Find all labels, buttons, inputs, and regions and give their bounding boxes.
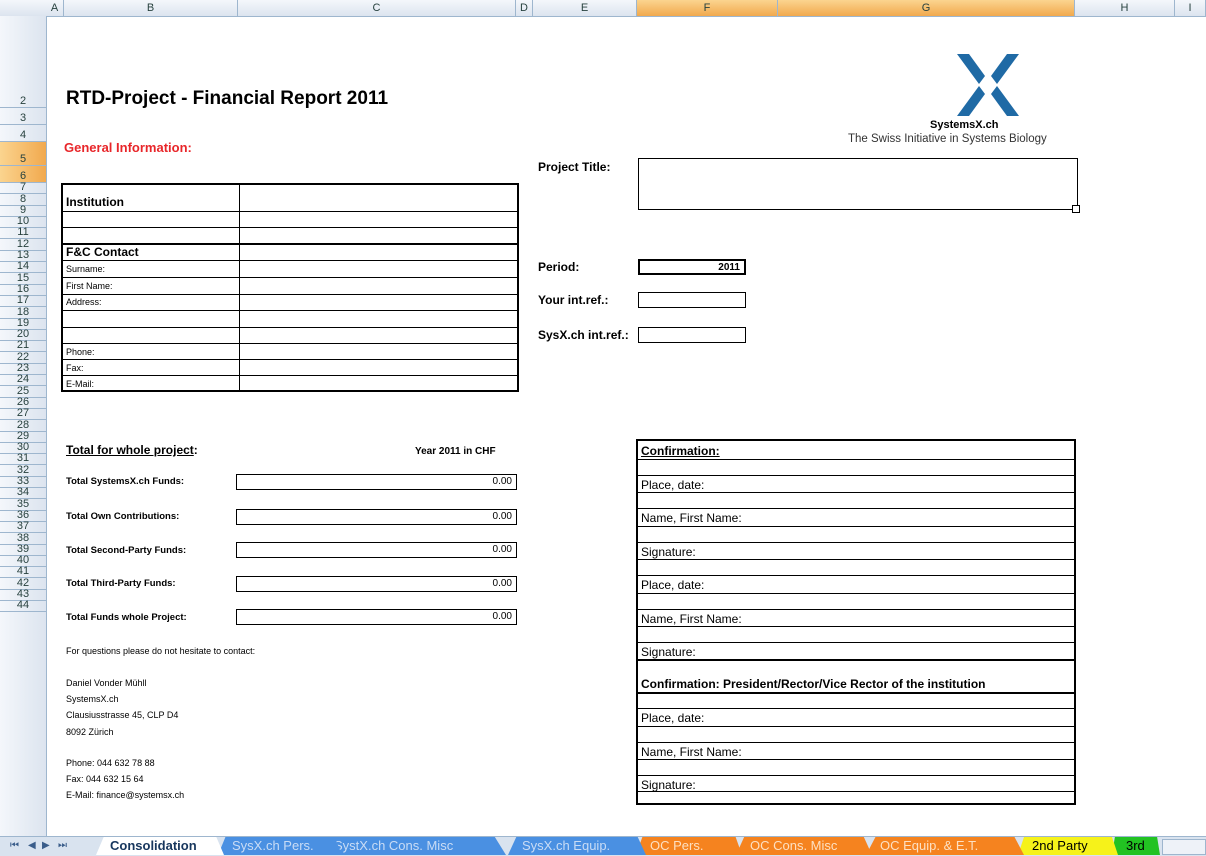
- sysx-ref-field[interactable]: [638, 327, 746, 343]
- column-header-bar: ABCDEFGHI: [0, 0, 1206, 17]
- last-sheet-icon[interactable]: ⏭: [58, 840, 67, 851]
- resize-handle-icon[interactable]: [1072, 205, 1080, 213]
- total-systemsx-label: Total SystemsX.ch Funds:: [66, 476, 185, 487]
- totals-heading: Total for whole project:: [66, 443, 198, 457]
- total-third-party-label: Total Third-Party Funds:: [66, 578, 176, 589]
- project-title-label: Project Title:: [538, 160, 611, 174]
- total-whole-project-label: Total Funds whole Project:: [66, 612, 187, 623]
- confirmation-signature-2: Signature:: [641, 645, 696, 659]
- institution-label: Institution: [66, 195, 124, 209]
- fc-contact-label: F&C Contact: [66, 245, 139, 259]
- sheet-tab-consolidation[interactable]: Consolidation: [96, 837, 224, 855]
- row-header-44[interactable]: 44: [0, 599, 46, 613]
- prev-sheet-icon[interactable]: ◀: [28, 840, 36, 851]
- confirmation-heading: Confirmation:: [641, 444, 720, 458]
- contact-email: E-Mail: finance@systemsx.ch: [66, 790, 185, 800]
- row-header-5[interactable]: 5: [0, 142, 46, 166]
- logo-tagline: The Swiss Initiative in Systems Biology: [848, 133, 1047, 145]
- general-information-heading: General Information:: [64, 140, 192, 155]
- total-whole-project-value[interactable]: 0.00: [236, 609, 517, 625]
- sheet-tab-bar: ⏮ ◀ ▶ ⏭ Consolidation SysX.ch Pers. SystX.…: [0, 836, 1206, 856]
- address-label: Address:: [66, 297, 102, 307]
- sheet-tab-oc-cons-misc[interactable]: OC Cons. Misc: [736, 837, 872, 855]
- column-header-e[interactable]: E: [533, 0, 637, 16]
- column-header-d[interactable]: D: [516, 0, 533, 16]
- report-title: RTD-Project - Financial Report 2011: [66, 88, 389, 109]
- period-label: Period:: [538, 260, 580, 274]
- sheet-tab-sysx-ch-equip[interactable]: SysX.ch Equip.: [508, 837, 646, 855]
- sheet-tab-2nd-party[interactable]: 2nd Party: [1018, 837, 1118, 855]
- sysx-ref-label: SysX.ch int.ref.:: [538, 328, 629, 342]
- fax-label: Fax:: [66, 363, 84, 373]
- confirmation-place-date-1: Place, date:: [641, 478, 705, 492]
- column-header-b[interactable]: B: [64, 0, 238, 16]
- total-second-party-value[interactable]: 0.00: [236, 542, 517, 558]
- period-field[interactable]: 2011: [638, 259, 746, 275]
- sheet-tab-3rd[interactable]: 3rd: [1112, 837, 1160, 855]
- systemsx-logo-icon: [955, 54, 1021, 116]
- first-sheet-icon[interactable]: ⏮: [10, 840, 19, 851]
- column-header-h[interactable]: H: [1075, 0, 1175, 16]
- year-label: Year 2011 in CHF: [415, 446, 496, 457]
- confirmation-name-1: Name, First Name:: [641, 511, 742, 525]
- next-sheet-icon[interactable]: ▶: [42, 840, 50, 851]
- total-systemsx-value[interactable]: 0.00: [236, 474, 517, 490]
- confirmation-place-date-3: Place, date:: [641, 711, 705, 725]
- confirmation-name-3: Name, First Name:: [641, 745, 742, 759]
- column-header-g[interactable]: G: [778, 0, 1075, 16]
- total-own-value[interactable]: 0.00: [236, 509, 517, 525]
- sheet-tab-oc-equip-e-t[interactable]: OC Equip. & E.T.: [866, 837, 1024, 855]
- sheet-tab-systx-ch-cons-misc[interactable]: SystX.ch Cons. Misc: [320, 837, 506, 855]
- contact-org: SystemsX.ch: [66, 694, 119, 704]
- contact-street: Clausiusstrasse 45, CLP D4: [66, 710, 179, 720]
- row-header-3[interactable]: 3: [0, 108, 46, 125]
- confirmation-place-date-2: Place, date:: [641, 578, 705, 592]
- contact-phone: Phone: 044 632 78 88: [66, 758, 155, 768]
- your-ref-label: Your int.ref.:: [538, 293, 609, 307]
- total-own-label: Total Own Contributions:: [66, 511, 180, 522]
- contact-fax: Fax: 044 632 15 64: [66, 774, 144, 784]
- confirmation-box: Confirmation: Place, date: Name, First N…: [636, 439, 1076, 805]
- surname-label: Surname:: [66, 264, 106, 274]
- confirmation-name-2: Name, First Name:: [641, 612, 742, 626]
- sheet-tab-sysx-ch-pers[interactable]: SysX.ch Pers.: [218, 837, 342, 855]
- confirmation-signature-1: Signature:: [641, 545, 696, 559]
- institution-table: Institution F&C Contact Surname: First N…: [61, 183, 519, 392]
- row-header-4[interactable]: 4: [0, 125, 46, 142]
- contact-name: Daniel Vonder Mühll: [66, 678, 147, 688]
- sheet-tab-oc-pers[interactable]: OC Pers.: [636, 837, 742, 855]
- row-header-bar: 2 3 4 5 6 7 8 9 10 11 12 13 14 15 16 17 18 19 20 21 22 23 24 25…: [0, 16, 47, 836]
- contact-city: 8092 Zürich: [66, 727, 114, 737]
- total-second-party-label: Total Second-Party Funds:: [66, 545, 187, 556]
- phone-label: Phone:: [66, 347, 95, 357]
- email-label: E-Mail:: [66, 379, 95, 389]
- row-header-2[interactable]: 2: [0, 16, 46, 108]
- first-name-label: First Name:: [66, 281, 113, 291]
- logo-name: SystemsX.ch: [930, 119, 999, 131]
- column-header-f[interactable]: F: [637, 0, 778, 16]
- column-header-c[interactable]: C: [238, 0, 516, 16]
- horizontal-scrollbar[interactable]: [1162, 839, 1206, 855]
- column-header-a[interactable]: A: [46, 0, 64, 16]
- project-title-field[interactable]: [638, 158, 1078, 210]
- confirmation-heading-2: Confirmation: President/Rector/Vice Rect…: [641, 677, 986, 691]
- contact-intro: For questions please do not hesitate to …: [66, 646, 256, 656]
- column-header-i[interactable]: I: [1175, 0, 1206, 16]
- total-third-party-value[interactable]: 0.00: [236, 576, 517, 592]
- your-ref-field[interactable]: [638, 292, 746, 308]
- confirmation-signature-3: Signature:: [641, 778, 696, 792]
